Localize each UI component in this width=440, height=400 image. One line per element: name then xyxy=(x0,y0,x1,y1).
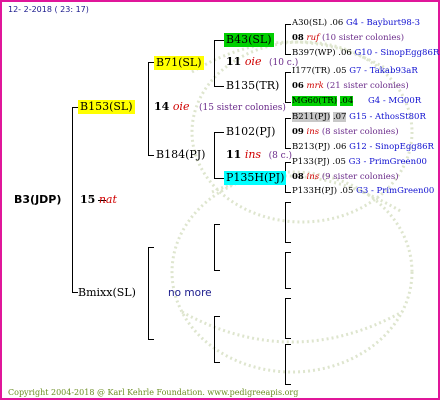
gen1-top-info: 14 oie (15 sister colonies) xyxy=(152,100,288,115)
gen3-a-race: oie xyxy=(244,55,262,68)
gen4-row-6[interactable]: B211(PJ) .07 G15 - AthosSt80R xyxy=(292,112,426,122)
gen3-d-note: (8 c.) xyxy=(268,151,293,161)
gen4-val: .05 xyxy=(333,66,347,76)
gen4-ref: G4 - Bayburt98-3 xyxy=(346,18,421,28)
gen4-race: ins xyxy=(306,127,320,137)
gen4-label: P133(PJ) xyxy=(292,157,330,167)
gen4-race: ins xyxy=(306,172,320,182)
gen3-d-race: ins xyxy=(244,148,262,161)
gen4-row-9[interactable]: P133(PJ) .05 G3 - PrimGreen00 xyxy=(292,157,427,167)
gen4-num: 09 xyxy=(292,127,304,137)
gen4-row-0[interactable]: A30(SL) .06 G4 - Bayburt98-3 xyxy=(292,18,420,28)
gen2-a-queen[interactable]: B71(SL) xyxy=(154,56,204,70)
gen4-label: I177(TR) xyxy=(292,66,331,76)
date-header: 12- 2-2018 ( 23: 17) xyxy=(8,5,89,14)
gen4-note: (10 sister colonies) xyxy=(321,33,405,43)
gen4-val: .04 xyxy=(339,96,354,106)
gen4-val: .06 xyxy=(329,18,344,28)
gen3-b-queen[interactable]: B135(TR) xyxy=(224,79,281,93)
gen1-bottom-note: no more xyxy=(168,287,212,299)
pedigree-frame: 12- 2-2018 ( 23: 17) B3(JDP) 15 nat B153… xyxy=(0,0,440,400)
gen4-label: B211(PJ) xyxy=(292,112,331,122)
gen3-d-num: 11 xyxy=(226,148,242,161)
gen3-a-queen[interactable]: B43(SL) xyxy=(224,33,274,47)
gen3-d-queen[interactable]: P135H(PJ) xyxy=(224,171,287,185)
gen1-top-race: oie xyxy=(172,100,190,113)
gen4-row-7: 09 ins (8 sister colonies) xyxy=(292,127,399,137)
gen4-row-11[interactable]: P133H(PJ) .05 G3 - PrimGreen00 xyxy=(292,186,434,196)
gen4-row-8[interactable]: B213(PJ) .06 G12 - SinopEgg86R xyxy=(292,142,434,152)
gen4-ref: G4 - MG00R xyxy=(367,96,422,106)
gen1-top-queen[interactable]: B153(SL) xyxy=(78,100,135,114)
gen4-label: P133H(PJ) xyxy=(292,186,338,196)
gen3-a-info: 11 oie (10 c.) xyxy=(224,55,300,70)
gen3-d-info: 11 ins (8 c.) xyxy=(224,148,294,163)
gen4-row-4: 06 mrk (21 sister colonies) xyxy=(292,81,409,91)
root-label: B3(JDP) xyxy=(14,193,62,206)
gen4-ref: G15 - AthosSt80R xyxy=(349,112,426,122)
gen4-label: A30(SL) xyxy=(292,18,328,28)
gen4-val: .05 xyxy=(339,186,354,196)
gen4-ref: G3 - PrimGreen00 xyxy=(356,186,435,196)
gen4-row-3[interactable]: I177(TR) .05 G7 - Takab93aR xyxy=(292,66,418,76)
gen4-ref: G10 - SinopEgg86R xyxy=(354,48,440,58)
root-num: 15 xyxy=(80,193,96,206)
gen4-row-1: 08 ruf (10 sister colonies) xyxy=(292,33,404,43)
gen4-num: 06 xyxy=(292,81,304,91)
gen4-row-5[interactable]: MG60(TR) .04 G4 - MG00R xyxy=(292,96,421,106)
gen4-val: .07 xyxy=(332,112,347,122)
gen4-note: (9 sister colonies) xyxy=(321,172,399,182)
gen4-num: 08 xyxy=(292,172,304,182)
gen4-label: B397(WP) xyxy=(292,48,336,58)
root-race: nat xyxy=(98,193,117,206)
gen4-note: (8 sister colonies) xyxy=(321,127,399,137)
root-info: 15 nat xyxy=(78,193,119,207)
gen1-top-note: (15 sister colonies) xyxy=(198,103,286,113)
gen4-row-2[interactable]: B397(WP) .06 G10 - SinopEgg86R xyxy=(292,48,439,58)
gen4-num: 08 xyxy=(292,33,304,43)
gen1-top-num: 14 xyxy=(154,100,170,113)
root-queen[interactable]: B3(JDP) xyxy=(12,193,63,207)
gen4-row-10: 08 ins (9 sister colonies) xyxy=(292,172,399,182)
gen4-ref: G12 - SinopEgg86R xyxy=(349,142,434,152)
footer-copyright: Copyright 2004-2018 @ Karl Kehrle Founda… xyxy=(8,388,299,397)
gen1-bottom-queen[interactable]: Bmixx(SL) xyxy=(76,286,138,300)
gen4-race: ruf xyxy=(306,33,320,43)
gen4-race: mrk xyxy=(306,81,324,91)
gen4-label: MG60(TR) xyxy=(292,96,338,106)
gen3-a-num: 11 xyxy=(226,55,242,68)
gen4-note: (21 sister colonies) xyxy=(326,81,409,91)
gen4-ref: G7 - Takab93aR xyxy=(349,66,418,76)
gen2-b-queen[interactable]: B184(PJ) xyxy=(154,148,207,162)
gen3-c-queen[interactable]: B102(PJ) xyxy=(224,125,277,139)
gen4-label: B213(PJ) xyxy=(292,142,331,152)
gen4-ref: G3 - PrimGreen00 xyxy=(348,157,427,167)
gen4-val: .05 xyxy=(332,157,346,167)
gen4-val: .06 xyxy=(338,48,352,58)
gen4-val: .06 xyxy=(332,142,347,152)
